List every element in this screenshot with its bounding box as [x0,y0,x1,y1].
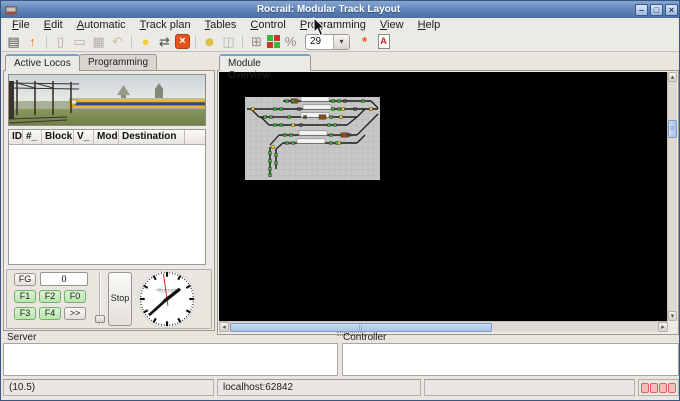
horizontal-scrollbar[interactable]: ◂ || ▸ [219,321,668,332]
controller-log [342,343,679,376]
open-icon[interactable]: ▭ [71,33,88,50]
status-led [668,383,676,393]
workstation-icon[interactable]: ▤ [5,33,22,50]
toolbar: ▤↑ ▯▭▦↶ ●⇄× ☻◫ ⊞% 29▾ *A [1,32,680,52]
menu-file[interactable]: File [5,18,37,32]
loco-photo [8,74,206,126]
toolbar-separator [195,35,196,49]
menu-control[interactable]: Control [243,18,292,32]
column-destination[interactable]: Destination [119,130,185,144]
server-label: Server [7,332,36,343]
combo-arrow-icon[interactable]: ▾ [333,35,349,49]
menu-edit[interactable]: Edit [37,18,70,32]
locos-panel-body: ID#_BlockV_ModeDestination FG 0 F1F2F0 F3… [3,70,215,331]
titlebar[interactable]: Rocrail: Modular Track Layout –□× [1,1,680,18]
column-v-[interactable]: V_ [74,130,94,144]
toolbar-separator [242,35,243,49]
tab-module-overview[interactable]: Module Overview [219,54,311,71]
vertical-scrollbar[interactable]: ▴ ≡ ▾ [667,72,677,321]
rocrail-window: Rocrail: Modular Track Layout –□× FileEd… [0,0,680,401]
column--[interactable]: #_ [23,130,42,144]
stop-button[interactable]: Stop [108,272,132,326]
menubar: FileEditAutomaticTrack planTablesControl… [1,18,680,32]
module-overview-body: ▴ ≡ ▾ ◂ || ▸ [217,70,679,335]
maximize-button-icon[interactable]: □ [650,4,663,16]
zoom-combobox[interactable]: 29▾ [305,34,350,50]
menu-automatic[interactable]: Automatic [70,18,133,32]
turnout-icon[interactable]: ⇄ [156,33,173,50]
power-bulb-icon[interactable]: ● [137,33,154,50]
speed-field[interactable]: 0 [40,272,88,286]
track-plan[interactable] [245,97,380,180]
window-title: Rocrail: Modular Track Layout [22,1,635,18]
percent-icon[interactable]: % [282,33,299,50]
modules-icon[interactable] [267,35,280,48]
statusbar: (10.5) localhost:62842 [3,379,679,396]
active-locos-table[interactable]: ID#_BlockV_ModeDestination [8,129,206,265]
fn-button-f0[interactable]: F0 [64,290,86,303]
status-message [424,379,635,396]
fn-button-f1[interactable]: F1 [14,290,36,303]
app-icon [4,4,18,16]
save-icon[interactable]: ▦ [90,33,107,50]
toolbar-separator [131,35,132,49]
scroll-right-icon[interactable]: ▸ [658,322,668,332]
speed-slider[interactable] [96,273,104,325]
column-mode[interactable]: Mode [94,130,119,144]
new-icon[interactable]: ▯ [52,33,69,50]
status-version: (10.5) [3,379,214,396]
column-block[interactable]: Block [42,130,74,144]
burst-icon[interactable]: * [356,33,373,50]
fn-button-f2[interactable]: F2 [39,290,61,303]
vertical-scroll-thumb[interactable]: ≡ [668,120,677,138]
eraser-icon[interactable]: ◫ [220,33,237,50]
status-indicators [638,379,679,396]
status-led [659,383,667,393]
minimize-button-icon[interactable]: – [635,4,648,16]
status-host: localhost:62842 [217,379,421,396]
column-id[interactable]: ID [9,130,23,144]
table-icon[interactable]: ⊞ [248,33,265,50]
tab-active-locos[interactable]: Active Locos [5,54,80,71]
track-layout-canvas[interactable] [219,72,668,321]
scroll-down-icon[interactable]: ▾ [668,311,677,321]
status-led [650,383,658,393]
server-log [3,343,338,376]
fn-button-f4[interactable]: F4 [39,307,61,320]
up-arrow-icon[interactable]: ↑ [24,33,41,50]
analyzer-icon[interactable]: A [375,33,392,50]
fn-button-f3[interactable]: F3 [14,307,36,320]
close-button-icon[interactable]: × [665,4,678,16]
status-led [641,383,649,393]
throttle-group: FG 0 F1F2F0 F3F4>> Stop Rocrail [6,269,212,329]
menu-tables[interactable]: Tables [198,18,244,32]
scroll-up-icon[interactable]: ▴ [668,72,677,82]
fn-button--[interactable]: >> [64,307,86,320]
menu-view[interactable]: View [373,18,411,32]
driver-icon[interactable]: ☻ [201,33,218,50]
emergency-stop-icon[interactable]: × [175,34,190,49]
scroll-left-icon[interactable]: ◂ [219,322,229,332]
controller-label: Controller [343,332,386,343]
menu-programming[interactable]: Programming [293,18,373,32]
mouse-cursor [313,17,327,37]
locos-panel: Active LocosProgramming [3,54,215,331]
horizontal-scroll-thumb[interactable]: || [230,323,492,332]
fast-clock: Rocrail [135,269,199,331]
module-overview-panel: Module Overview ▴ ≡ ▾ ◂ || ▸ [217,54,679,335]
fg-button[interactable]: FG [14,273,36,286]
slider-handle[interactable] [95,315,105,323]
menu-help[interactable]: Help [411,18,448,32]
undo-icon[interactable]: ↶ [109,33,126,50]
tab-programming[interactable]: Programming [79,54,157,70]
menu-track-plan[interactable]: Track plan [133,18,198,32]
toolbar-separator [46,35,47,49]
